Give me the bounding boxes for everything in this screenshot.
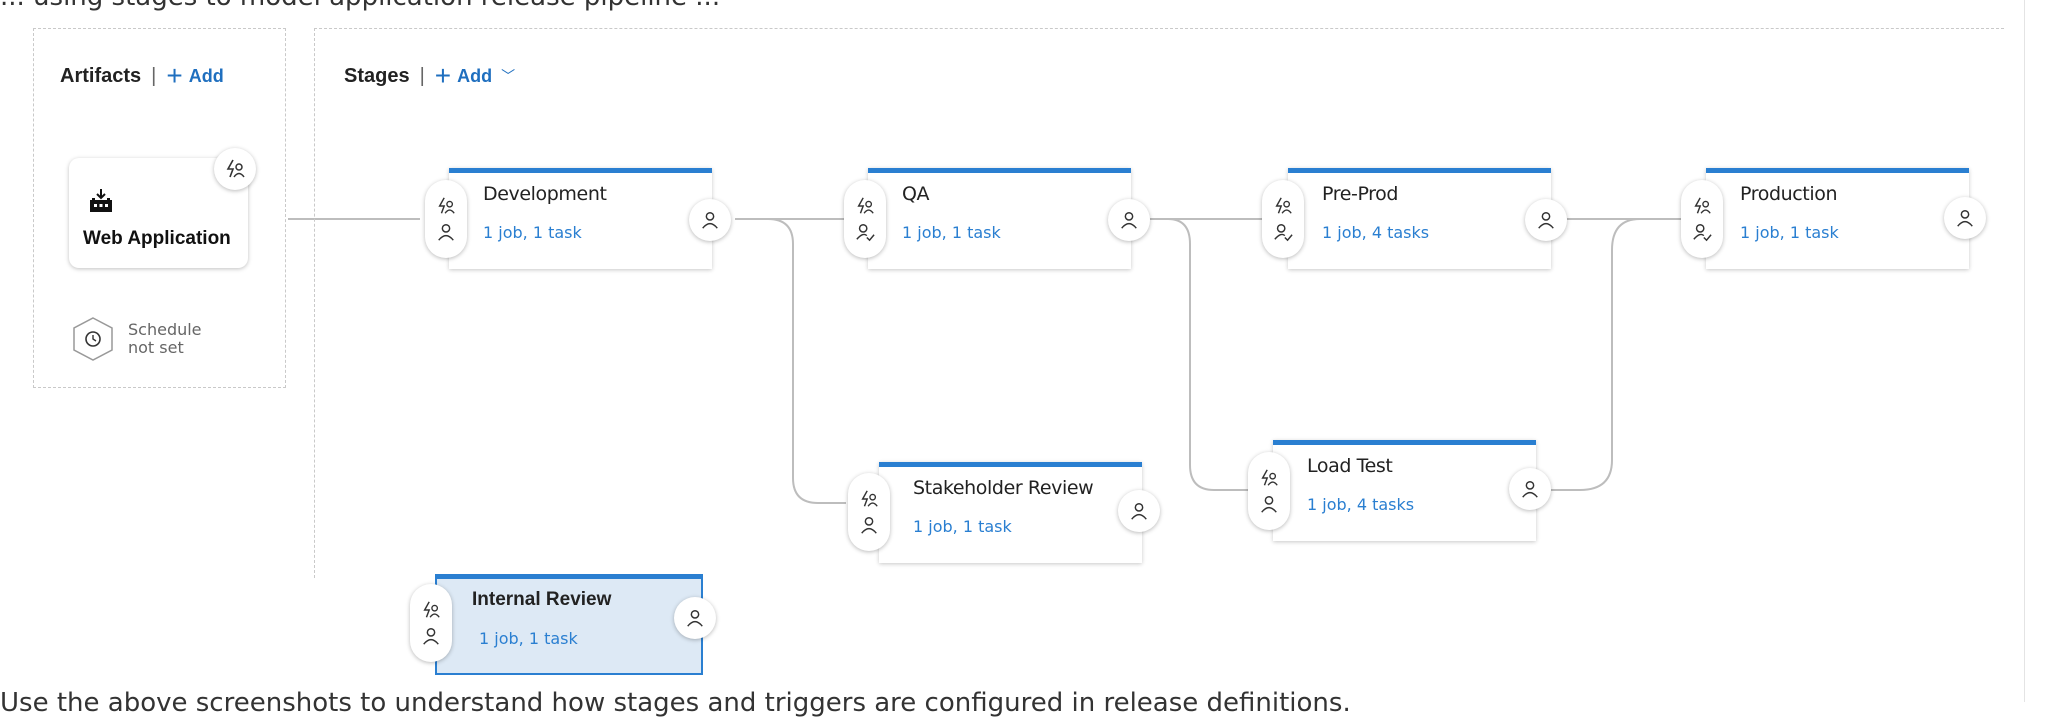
lightning-person-icon <box>1261 469 1278 486</box>
lightning-person-icon <box>857 197 874 214</box>
stages-title: Stages <box>344 64 410 87</box>
lightning-person-icon <box>861 490 878 507</box>
person-icon <box>1522 481 1538 498</box>
pre-deployment-conditions-button[interactable] <box>425 180 467 258</box>
person-icon <box>1957 210 1973 227</box>
post-deployment-conditions-button[interactable] <box>1509 468 1551 510</box>
stage-card-qa[interactable]: QA 1 job, 1 task <box>868 168 1131 269</box>
post-deployment-conditions-button[interactable] <box>1118 490 1160 532</box>
pre-deployment-conditions-button[interactable] <box>844 180 886 258</box>
add-stage-label: Add <box>457 65 493 86</box>
add-artifact-button[interactable]: + Add <box>166 62 223 90</box>
person-icon <box>423 628 439 645</box>
pre-deployment-conditions-button[interactable] <box>410 584 452 662</box>
header-separator: | <box>419 64 425 87</box>
pre-deployment-conditions-button[interactable] <box>1262 180 1304 258</box>
person-check-icon <box>1274 224 1293 242</box>
artifacts-title: Artifacts <box>60 64 142 87</box>
schedule-trigger[interactable]: Schedule not set <box>70 316 202 362</box>
clock-hexagon-icon <box>73 317 113 361</box>
person-icon <box>702 212 718 229</box>
chevron-down-icon: ﹀ <box>501 68 516 84</box>
person-check-icon <box>1693 224 1712 242</box>
post-deployment-conditions-button[interactable] <box>1944 197 1986 239</box>
person-icon <box>438 224 454 241</box>
pre-deployment-conditions-button[interactable] <box>848 473 890 551</box>
post-deployment-conditions-button[interactable] <box>674 597 716 639</box>
stage-summary-link[interactable]: 1 job, 1 task <box>902 223 1001 242</box>
lightning-person-icon <box>226 159 245 178</box>
post-deployment-conditions-button[interactable] <box>1525 199 1567 241</box>
stage-name: Load Test <box>1307 455 1393 477</box>
stage-summary-link[interactable]: 1 job, 1 task <box>1740 223 1839 242</box>
person-icon <box>861 517 877 534</box>
stage-summary-link[interactable]: 1 job, 1 task <box>479 629 578 648</box>
stage-card-stakeholder-review[interactable]: Stakeholder Review 1 job, 1 task <box>879 462 1142 563</box>
plus-icon: + <box>434 60 452 91</box>
stages-panel <box>314 28 2004 578</box>
post-deployment-conditions-button[interactable] <box>689 199 731 241</box>
person-icon <box>1131 503 1147 520</box>
lightning-person-icon <box>1694 197 1711 214</box>
stage-summary-link[interactable]: 1 job, 1 task <box>913 517 1012 536</box>
schedule-label-2: not set <box>128 338 184 357</box>
post-deployment-conditions-button[interactable] <box>1108 199 1150 241</box>
stage-card-production[interactable]: Production 1 job, 1 task <box>1706 168 1969 269</box>
stage-name: QA <box>902 183 930 205</box>
stage-name: Development <box>483 183 607 205</box>
stage-name: Production <box>1740 183 1838 205</box>
artifact-name: Web Application <box>83 228 231 249</box>
person-icon <box>687 610 703 627</box>
lightning-person-icon <box>423 601 440 618</box>
pre-deployment-conditions-button[interactable] <box>1248 452 1290 530</box>
stage-summary-link[interactable]: 1 job, 1 task <box>483 223 582 242</box>
stage-card-pre-prod[interactable]: Pre-Prod 1 job, 4 tasks <box>1288 168 1551 269</box>
stage-summary-link[interactable]: 1 job, 4 tasks <box>1307 495 1414 514</box>
stage-card-internal-review[interactable]: Internal Review 1 job, 1 task <box>435 574 703 675</box>
stage-name: Stakeholder Review <box>913 477 1094 499</box>
stage-card-load-test[interactable]: Load Test 1 job, 4 tasks <box>1273 440 1536 541</box>
build-icon <box>90 189 112 212</box>
schedule-label-1: Schedule <box>128 320 202 339</box>
stages-header: Stages | + Add ﹀ <box>344 62 515 90</box>
continuous-deployment-trigger-button[interactable] <box>214 148 256 190</box>
header-separator: | <box>151 64 157 87</box>
person-icon <box>1261 496 1277 513</box>
person-check-icon <box>856 224 875 242</box>
add-artifact-label: Add <box>188 65 224 86</box>
stage-name: Pre-Prod <box>1322 183 1399 205</box>
stage-summary-link[interactable]: 1 job, 4 tasks <box>1322 223 1429 242</box>
lightning-person-icon <box>438 197 455 214</box>
stage-card-development[interactable]: Development 1 job, 1 task <box>449 168 712 269</box>
person-icon <box>1121 212 1137 229</box>
plus-icon: + <box>166 60 183 91</box>
pre-deployment-conditions-button[interactable] <box>1681 180 1723 258</box>
person-icon <box>1538 212 1554 229</box>
add-stage-button[interactable]: + Add ﹀ <box>435 62 515 90</box>
lightning-person-icon <box>1275 197 1292 214</box>
artifacts-header: Artifacts | + Add <box>60 62 224 90</box>
stage-name: Internal Review <box>472 589 612 610</box>
